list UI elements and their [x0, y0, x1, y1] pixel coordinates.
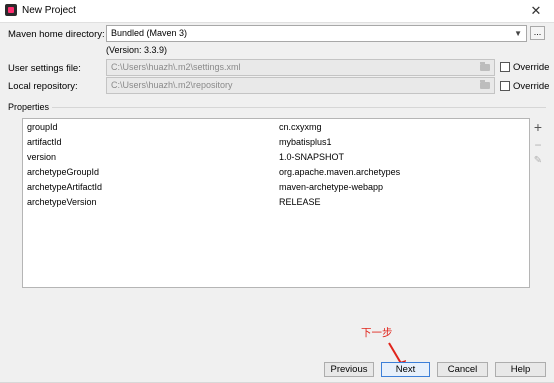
local-repository-field[interactable]: C:\Users\huazh\.m2\repository — [106, 77, 495, 94]
maven-home-browse-button[interactable]: ... — [530, 26, 545, 40]
table-row[interactable]: archetypeVersion RELEASE — [23, 195, 529, 210]
maven-home-dropdown[interactable]: Bundled (Maven 3) ▼ — [106, 25, 527, 42]
user-settings-override-label: Override — [513, 62, 550, 73]
user-settings-override-checkbox[interactable] — [500, 62, 510, 72]
table-row[interactable]: version 1.0-SNAPSHOT — [23, 150, 529, 165]
user-settings-value: C:\Users\huazh\.m2\settings.xml — [111, 62, 241, 72]
property-value[interactable]: org.apache.maven.archetypes — [279, 165, 400, 180]
user-settings-label: User settings file: — [8, 63, 81, 74]
edit-icon[interactable]: ✎ — [530, 153, 546, 169]
cancel-button[interactable]: Cancel — [437, 362, 488, 377]
properties-toolbar: + − ✎ — [530, 118, 546, 288]
property-key: groupId — [27, 122, 58, 132]
table-row[interactable]: artifactId mybatisplus1 — [23, 135, 529, 150]
property-value[interactable]: cn.cxyxmg — [279, 120, 322, 135]
property-value[interactable]: 1.0-SNAPSHOT — [279, 150, 344, 165]
properties-section-label: Properties — [8, 102, 50, 112]
property-key: archetypeGroupId — [27, 167, 100, 177]
property-key: version — [27, 152, 57, 162]
local-repository-override-label: Override — [513, 81, 550, 92]
local-repository-override-checkbox[interactable] — [500, 81, 510, 91]
section-divider — [52, 107, 546, 108]
user-settings-field[interactable]: C:\Users\huazh\.m2\settings.xml — [106, 59, 495, 76]
window-title: New Project — [22, 5, 76, 16]
property-key: artifactId — [27, 137, 62, 147]
property-key: archetypeArtifactId — [27, 182, 103, 192]
property-value[interactable]: mybatisplus1 — [279, 135, 332, 150]
property-key: archetypeVersion — [27, 197, 97, 207]
maven-home-label: Maven home directory: — [8, 29, 105, 40]
next-button[interactable]: Next — [381, 362, 430, 377]
local-repository-value: C:\Users\huazh\.m2\repository — [111, 80, 233, 90]
intellij-app-icon — [5, 4, 17, 16]
table-row[interactable]: archetypeGroupId org.apache.maven.archet… — [23, 165, 529, 180]
maven-home-value: Bundled (Maven 3) — [111, 28, 188, 38]
remove-icon[interactable]: − — [530, 137, 546, 153]
chevron-down-icon: ▼ — [514, 29, 522, 38]
maven-version-text: (Version: 3.3.9) — [106, 45, 168, 55]
property-value[interactable]: maven-archetype-webapp — [279, 180, 383, 195]
local-repository-label: Local repository: — [8, 81, 78, 92]
previous-button[interactable]: Previous — [324, 362, 374, 377]
title-bar: New Project ✕ — [0, 0, 554, 23]
help-button[interactable]: Help — [495, 362, 546, 377]
add-icon[interactable]: + — [530, 119, 546, 135]
table-row[interactable]: archetypeArtifactId maven-archetype-weba… — [23, 180, 529, 195]
close-button[interactable]: ✕ — [518, 0, 554, 22]
properties-table[interactable]: groupId cn.cxyxmg artifactId mybatisplus… — [22, 118, 530, 288]
folder-icon — [480, 80, 490, 89]
folder-icon — [480, 62, 490, 71]
annotation-next-step: 下一步 — [361, 327, 393, 339]
table-row[interactable]: groupId cn.cxyxmg — [23, 120, 529, 135]
property-value[interactable]: RELEASE — [279, 195, 321, 210]
